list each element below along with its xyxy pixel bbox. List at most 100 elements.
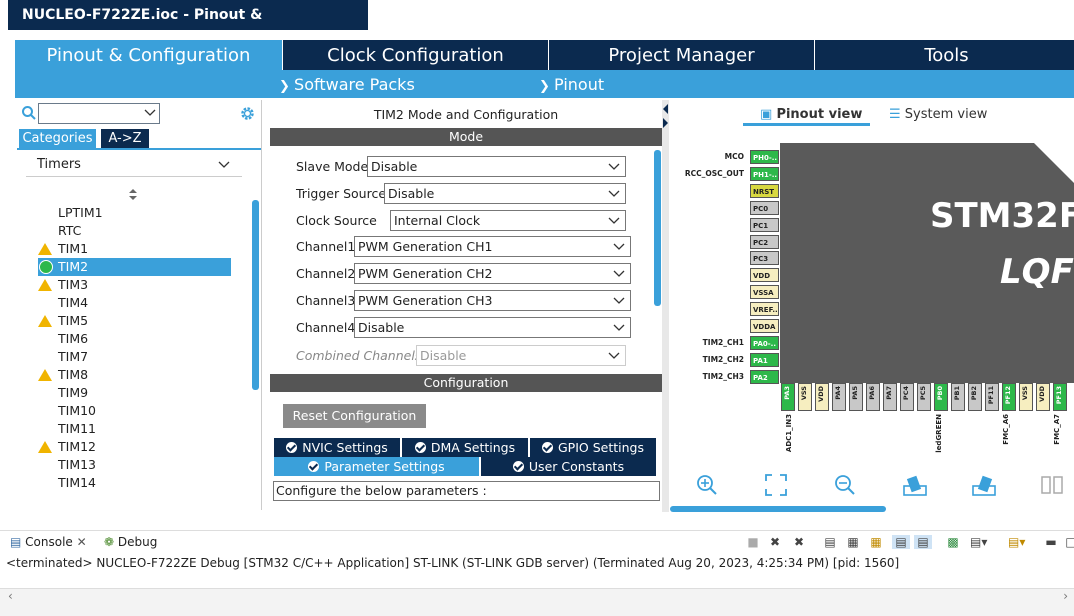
sort-icon[interactable] xyxy=(128,189,138,201)
pin[interactable]: PB0 xyxy=(934,383,948,411)
tab-pinout-view[interactable]: ▣ Pinout view xyxy=(760,106,862,124)
zoom-out-icon[interactable] xyxy=(834,474,856,496)
tab-debug[interactable]: ❁ Debug xyxy=(104,535,157,549)
rotate-left-icon[interactable] xyxy=(972,474,996,496)
tab-dma-settings[interactable]: DMA Settings xyxy=(402,438,528,457)
pin[interactable]: NRST xyxy=(750,183,779,198)
tab-parameter-settings[interactable]: Parameter Settings xyxy=(274,457,479,476)
tab-gpio-settings[interactable]: GPIO Settings xyxy=(530,438,656,457)
tab-a-z[interactable]: A->Z xyxy=(101,129,149,148)
pin[interactable]: VDD xyxy=(1036,383,1050,411)
timer-item[interactable]: TIM7 xyxy=(58,348,88,366)
timer-item[interactable]: TIM14 xyxy=(58,474,96,492)
timer-item[interactable]: TIM9 xyxy=(58,384,88,402)
tab-project-manager[interactable]: Project Manager xyxy=(548,40,814,70)
rotate-right-icon[interactable] xyxy=(903,474,927,496)
tab-clock-configuration[interactable]: Clock Configuration xyxy=(282,40,548,70)
pin[interactable]: VSSA xyxy=(750,285,779,300)
pin[interactable]: PC2 xyxy=(750,234,779,249)
pin[interactable]: VSS xyxy=(1019,383,1033,411)
scroll-right-icon[interactable]: › xyxy=(1063,589,1068,603)
field-select[interactable]: Disable xyxy=(367,156,626,177)
timer-item[interactable]: TIM3 xyxy=(58,276,88,294)
collapse-arrows-icon[interactable] xyxy=(662,102,669,132)
minimize-icon[interactable]: ▬ xyxy=(1044,535,1058,549)
timer-item[interactable]: TIM1 xyxy=(58,240,88,258)
open-console-icon[interactable]: ▤▾ xyxy=(1008,535,1025,549)
panel-splitter[interactable] xyxy=(662,100,669,512)
pin[interactable]: PF13 xyxy=(1053,383,1067,411)
timer-item[interactable]: TIM13 xyxy=(58,456,96,474)
pinout-menu[interactable]: ❯ Pinout xyxy=(539,70,604,98)
timer-item[interactable]: LPTIM1 xyxy=(58,204,103,222)
pin[interactable]: PA0-.. xyxy=(750,335,779,350)
tab-user-constants[interactable]: User Constants xyxy=(481,457,656,476)
maximize-icon[interactable]: □ xyxy=(1064,535,1074,549)
display-console-icon[interactable]: ▤▾ xyxy=(970,535,987,549)
field-select[interactable]: PWM Generation CH1 xyxy=(354,236,631,257)
pin-console-icon[interactable]: ▩ xyxy=(946,535,960,549)
field-select[interactable]: PWM Generation CH2 xyxy=(354,263,631,284)
pin[interactable]: PB2 xyxy=(968,383,982,411)
scroll-lock-icon[interactable]: ▦ xyxy=(846,535,860,549)
terminate-icon[interactable]: ■ xyxy=(746,535,760,549)
split-icon[interactable] xyxy=(1041,474,1063,496)
clear-console-icon[interactable]: ▤ xyxy=(823,535,837,549)
show-on-error-icon[interactable]: ▤ xyxy=(914,535,932,549)
timer-item[interactable]: TIM11 xyxy=(58,420,96,438)
pin[interactable]: PC1 xyxy=(750,217,779,232)
pin[interactable]: VSS xyxy=(798,383,812,411)
pin[interactable]: PB1 xyxy=(951,383,965,411)
pin[interactable]: PC5 xyxy=(917,383,931,411)
remove-all-icon[interactable]: ✖ xyxy=(792,535,806,549)
pin[interactable]: VREF.. xyxy=(750,302,779,317)
field-select[interactable]: PWM Generation CH3 xyxy=(354,290,631,311)
timer-item[interactable]: TIM8 xyxy=(58,366,88,384)
pin[interactable]: PA2 xyxy=(750,369,779,384)
pin[interactable]: VDD xyxy=(815,383,829,411)
remove-launch-icon[interactable]: ✖ xyxy=(768,535,782,549)
console-horizontal-scrollbar[interactable]: ‹ › xyxy=(0,588,1074,616)
fit-screen-icon[interactable] xyxy=(765,474,787,496)
reset-configuration-button[interactable]: Reset Configuration xyxy=(283,404,426,428)
search-input[interactable] xyxy=(38,103,160,124)
field-select[interactable]: Internal Clock xyxy=(390,210,626,231)
tab-tools[interactable]: Tools xyxy=(814,40,1074,70)
scroll-left-icon[interactable]: ‹ xyxy=(8,589,13,603)
field-select[interactable]: Disable xyxy=(354,317,631,338)
word-wrap-icon[interactable]: ▦ xyxy=(869,535,883,549)
timer-item[interactable]: TIM4 xyxy=(58,294,88,312)
timer-item[interactable]: TIM5 xyxy=(58,312,88,330)
timer-item[interactable]: TIM6 xyxy=(58,330,88,348)
pin[interactable]: PC4 xyxy=(900,383,914,411)
timer-item[interactable]: TIM2 xyxy=(58,258,88,276)
pin[interactable]: PC0 xyxy=(750,200,779,215)
pin[interactable]: PA5 xyxy=(849,383,863,411)
tab-nvic-settings[interactable]: NVIC Settings xyxy=(274,438,400,457)
pin[interactable]: PA7 xyxy=(883,383,897,411)
show-on-output-icon[interactable]: ▤ xyxy=(892,535,910,549)
timer-item[interactable]: TIM12 xyxy=(58,438,96,456)
gear-icon[interactable] xyxy=(239,105,256,122)
pinout-horizontal-scrollbar[interactable] xyxy=(670,506,886,512)
tab-console[interactable]: ▤ Console ✕ xyxy=(10,535,87,549)
pin[interactable]: PA1 xyxy=(750,352,779,367)
mode-scrollbar[interactable] xyxy=(654,150,661,306)
zoom-in-icon[interactable] xyxy=(696,474,718,496)
tab-categories[interactable]: Categories xyxy=(19,129,96,148)
pin[interactable]: PF11 xyxy=(985,383,999,411)
pin[interactable]: VDD xyxy=(750,268,779,283)
left-scrollbar[interactable] xyxy=(252,200,259,390)
pin[interactable]: VDDA xyxy=(750,319,779,333)
software-packs-menu[interactable]: ❯ Software Packs xyxy=(279,70,415,98)
field-select[interactable]: Disable xyxy=(384,183,626,204)
pin[interactable]: PA4 xyxy=(832,383,846,411)
timer-item[interactable]: RTC xyxy=(58,222,81,240)
field-select[interactable]: Disable xyxy=(416,345,626,366)
tab-system-view[interactable]: ☰ System view xyxy=(889,106,987,124)
pin[interactable]: PA6 xyxy=(866,383,880,411)
pin[interactable]: PA3 xyxy=(781,383,795,411)
pin[interactable]: PF12 xyxy=(1002,383,1016,411)
tab-pinout-configuration[interactable]: Pinout & Configuration xyxy=(15,40,282,70)
pin[interactable]: PH1-.. xyxy=(750,166,779,181)
